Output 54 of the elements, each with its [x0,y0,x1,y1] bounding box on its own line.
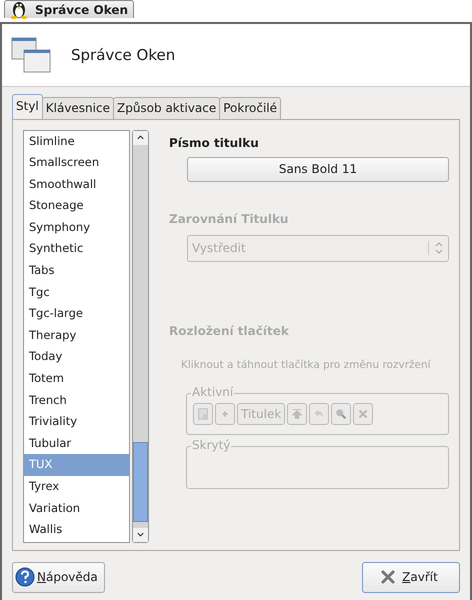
scrollbar[interactable] [132,130,149,542]
magnifier-icon [334,406,348,420]
theme-item[interactable]: Variation [24,498,130,520]
section-heading: Písmo titulku [169,136,260,150]
back-arrow-layout-button[interactable] [309,402,330,424]
close-layout-button[interactable] [353,402,374,424]
close-icon [380,569,396,585]
close-icon [356,406,370,420]
font-button[interactable]: Sans Bold 11 [187,156,449,182]
section-heading: Zarovnání Titulku [169,212,290,226]
theme-item[interactable]: Smoothwall [24,174,130,196]
hint-text: Kliknout a táhnout tlačítka pro změnu rozvržení [181,358,432,370]
up-caret-icon [136,133,146,142]
up-arrow-layout-button[interactable] [287,402,308,424]
theme-item[interactable]: Symphony [24,216,130,238]
group-label: Skrytý [191,438,232,452]
scroll-down-button[interactable] [133,528,148,542]
theme-item[interactable]: Smallscreen [24,152,130,174]
theme-item[interactable]: Trench [24,390,130,412]
theme-item[interactable]: Stoneage [24,195,130,217]
theme-item[interactable]: Tgc-large [24,303,130,325]
menu-icon [196,406,210,420]
theme-item[interactable]: Today [24,346,130,368]
down-caret-icon [136,530,146,539]
scroll-up-button[interactable] [133,130,148,144]
plus-layout-button[interactable] [215,402,235,424]
menu-layout-button[interactable] [193,402,213,424]
theme-item[interactable]: Synthetic [24,238,130,260]
tab[interactable]: Klávesnice [42,96,114,118]
theme-item[interactable]: Tgc [24,282,130,304]
theme-item[interactable]: Triviality [24,411,130,433]
theme-item[interactable]: Slimline [24,130,130,152]
theme-item[interactable]: Tyrex [24,476,130,498]
up-arrow-icon [290,406,304,420]
tab[interactable]: Pokročilé [219,96,281,118]
theme-item[interactable]: Tubular [24,432,130,454]
dialog-title: Správce Oken [71,46,176,64]
spinner-arrows-icon [428,241,444,255]
scroll-thumb[interactable] [133,442,148,522]
windows-icon [11,36,51,72]
theme-item[interactable]: Tabs [24,260,130,282]
group-label: Aktivní [191,384,234,398]
help-button[interactable]: Nápověda [12,562,105,592]
penguin-icon [9,0,29,18]
help-icon [15,567,35,587]
close-button[interactable]: Zavřít [362,562,460,592]
theme-item[interactable]: Therapy [24,324,130,346]
magnifier-layout-button[interactable] [331,402,352,424]
theme-item[interactable]: Wallis [24,519,130,541]
tab[interactable]: Způsob aktivace [112,96,220,118]
window-title: Správce Oken [35,2,128,16]
section-heading: Rozložení tlačítek [169,324,290,338]
tab[interactable]: Styl [12,94,43,118]
theme-item[interactable]: Totem [24,368,130,390]
